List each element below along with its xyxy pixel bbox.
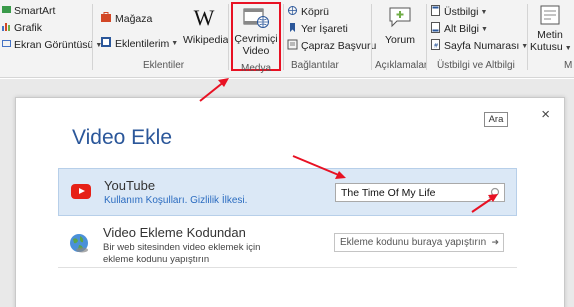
screenshot-button[interactable]: Ekran Görüntüsü ▼ bbox=[2, 39, 102, 51]
page-number-icon: # bbox=[430, 39, 441, 53]
dialog-title: Video Ekle bbox=[72, 126, 173, 149]
embed-code-placeholder: Ekleme kodunu buraya yapıştırın bbox=[340, 237, 487, 248]
smartart-button[interactable]: SmartArt bbox=[2, 5, 55, 17]
text-box-icon bbox=[539, 4, 561, 26]
cross-reference-button[interactable]: Çapraz Başvuru bbox=[287, 39, 376, 53]
wikipedia-label: Wikipedia bbox=[183, 34, 229, 46]
store-icon bbox=[100, 11, 112, 26]
my-addins-label: Eklentilerim bbox=[115, 37, 170, 50]
hyperlink-button[interactable]: Köprü bbox=[287, 5, 329, 19]
hyperlink-label: Köprü bbox=[301, 6, 330, 18]
group-separator bbox=[228, 4, 229, 70]
ribbon: SmartArt Grafik Ekran Görüntüsü ▼ Mağaza… bbox=[0, 0, 574, 78]
svg-text:#: # bbox=[434, 43, 439, 50]
page-number-label: Sayfa Numarası bbox=[444, 40, 520, 52]
terms-link[interactable]: Kullanım Koşulları. bbox=[104, 195, 187, 206]
close-button[interactable]: × bbox=[541, 106, 550, 123]
chevron-down-icon: ▼ bbox=[171, 40, 179, 47]
group-label-text: M bbox=[564, 60, 573, 71]
smartart-label: SmartArt bbox=[14, 5, 56, 17]
search-tooltip: Ara bbox=[484, 112, 508, 127]
footer-label: Alt Bilgi bbox=[444, 23, 480, 35]
youtube-search-input[interactable]: The Time Of My Life bbox=[335, 183, 505, 202]
addins-icon bbox=[100, 36, 112, 51]
group-separator bbox=[371, 4, 372, 70]
youtube-option[interactable]: YouTube Kullanım Koşulları. Gizlilik İlk… bbox=[58, 168, 517, 216]
chart-button[interactable]: Grafik bbox=[2, 22, 42, 34]
youtube-search-value: The Time Of My Life bbox=[341, 187, 436, 199]
search-icon[interactable] bbox=[487, 186, 501, 200]
group-label-links: Bağlantılar bbox=[291, 60, 339, 71]
chevron-down-icon: ▼ bbox=[481, 25, 488, 33]
group-label-header-footer: Üstbilgi ve Altbilgi bbox=[437, 60, 515, 71]
link-icon bbox=[287, 5, 298, 19]
header-button[interactable]: Üstbilgi ▼ bbox=[430, 5, 487, 19]
group-separator bbox=[92, 4, 93, 70]
bookmark-button[interactable]: Yer İşareti bbox=[287, 22, 348, 36]
bookmark-icon bbox=[287, 22, 298, 36]
screenshot-label: Ekran Görüntüsü bbox=[14, 39, 94, 51]
text-box-label-2: Kutusu ▼ bbox=[530, 41, 572, 53]
page-number-button[interactable]: # Sayfa Numarası ▼ bbox=[430, 39, 528, 53]
online-video-label-1: Çevrimiçi bbox=[234, 33, 278, 45]
group-label-comments: Açıklamalar bbox=[375, 60, 428, 71]
embed-code-input[interactable]: Ekleme kodunu buraya yapıştırın ➜ bbox=[334, 233, 504, 252]
online-video-button[interactable]: Çevrimiçi Video Medya bbox=[231, 2, 281, 74]
chart-icon bbox=[2, 22, 11, 34]
my-addins-button[interactable]: Eklentilerim ▼ bbox=[100, 36, 178, 51]
divider bbox=[58, 267, 517, 268]
chevron-down-icon: ▼ bbox=[564, 45, 572, 52]
cross-reference-label: Çapraz Başvuru bbox=[301, 40, 377, 52]
chart-label: Grafik bbox=[14, 22, 43, 34]
youtube-title: YouTube bbox=[104, 178, 156, 193]
wikipedia-icon: W bbox=[193, 5, 215, 30]
group-separator bbox=[283, 4, 284, 70]
online-video-label-2: Video bbox=[242, 45, 270, 57]
smartart-icon bbox=[2, 5, 11, 17]
text-box-label-1: Metin bbox=[537, 29, 563, 41]
store-button[interactable]: Mağaza bbox=[100, 11, 152, 26]
embed-code-option[interactable]: Video Ekleme Kodundan Bir web sitesinden… bbox=[58, 221, 517, 267]
group-separator bbox=[527, 4, 528, 70]
embed-code-title: Video Ekleme Kodundan bbox=[103, 225, 246, 240]
youtube-icon bbox=[71, 184, 91, 199]
privacy-link[interactable]: Gizlilik İlkesi. bbox=[190, 195, 247, 206]
group-separator bbox=[426, 4, 427, 70]
comment-button[interactable]: Yorum bbox=[379, 6, 421, 46]
footer-icon bbox=[430, 22, 441, 36]
globe-icon bbox=[68, 232, 90, 254]
header-icon bbox=[430, 5, 441, 19]
footer-button[interactable]: Alt Bilgi ▼ bbox=[430, 22, 488, 36]
chevron-down-icon: ▼ bbox=[480, 8, 488, 16]
wikipedia-button[interactable]: W Wikipedia bbox=[183, 5, 229, 47]
online-video-icon bbox=[243, 7, 269, 29]
store-label: Mağaza bbox=[115, 12, 153, 25]
cross-reference-icon bbox=[287, 39, 298, 53]
screenshot-icon bbox=[2, 39, 11, 51]
insert-video-dialog: Video Ekle × YouTube Kullanım Koşulları.… bbox=[15, 97, 565, 307]
youtube-legal-links: Kullanım Koşulları. Gizlilik İlkesi. bbox=[104, 195, 247, 206]
header-label: Üstbilgi bbox=[444, 6, 479, 18]
arrow-right-icon[interactable]: ➜ bbox=[491, 237, 499, 248]
comment-label: Yorum bbox=[385, 34, 415, 46]
embed-code-description: Bir web sitesinden video eklemek için ek… bbox=[103, 242, 261, 265]
text-box-button[interactable]: Metin Kutusu ▼ bbox=[530, 4, 572, 55]
group-label-addins: Eklentiler bbox=[143, 60, 185, 71]
bookmark-label: Yer İşareti bbox=[301, 23, 348, 35]
group-label-media: Medya bbox=[240, 63, 271, 74]
comment-icon bbox=[388, 6, 412, 28]
